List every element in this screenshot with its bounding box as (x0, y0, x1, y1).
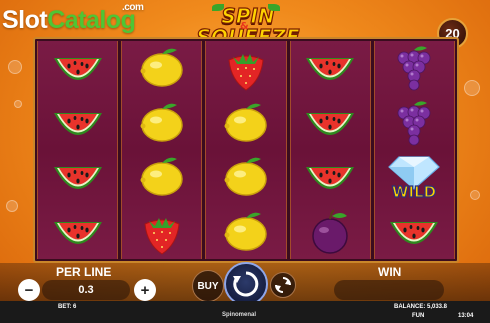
plum-symbol (302, 207, 358, 257)
svg-text:WILD: WILD (392, 183, 436, 201)
watermelon-symbol (302, 152, 358, 202)
strawberry-symbol (218, 43, 274, 93)
watermark-suffix: .com (122, 2, 144, 13)
status-strip: BET: 6 Spinomenal BALANCE: 5,033.8 FUN 1… (0, 301, 490, 323)
watermelon-symbol (302, 98, 358, 148)
reel-2 (121, 41, 203, 259)
reel-1 (37, 41, 119, 259)
leaf-icon (212, 4, 224, 11)
watermelon-symbol (50, 98, 106, 148)
decrease-bet-button[interactable]: − (18, 279, 40, 301)
mode-label: FUN (412, 313, 425, 319)
bubble-decoration (6, 200, 18, 212)
autoplay-icon (275, 277, 291, 293)
reel-3 (205, 41, 287, 259)
lemon-symbol (218, 152, 274, 202)
lemon-symbol (218, 98, 274, 148)
spin-button[interactable] (224, 262, 268, 306)
spin-arrows-icon (233, 271, 259, 297)
buy-feature-button[interactable]: BUY (192, 270, 224, 302)
watermelon-symbol (386, 207, 442, 257)
increase-bet-button[interactable]: + (134, 279, 156, 301)
clock-time: 13:04 (458, 313, 474, 319)
logo-amp: & (240, 21, 249, 32)
per-line-label: PER LINE (56, 265, 112, 279)
win-value (334, 280, 444, 300)
reel-4 (289, 41, 371, 259)
bubble-decoration (8, 60, 22, 74)
provider-name: Spinomenal (222, 312, 257, 318)
balance-amount: BALANCE: 5,033.8 (394, 304, 448, 310)
bet-amount: BET: 6 (58, 304, 77, 310)
lemon-symbol (218, 207, 274, 257)
reel-5: WILD (373, 41, 456, 259)
watermelon-symbol (302, 43, 358, 93)
grapes-symbol (386, 43, 442, 93)
grapes-symbol (386, 98, 442, 148)
per-line-value: 0.3 (42, 280, 130, 300)
slotcatalog-watermark: SlotCatalog .com (2, 2, 144, 35)
lemon-symbol (134, 43, 190, 93)
bubble-decoration (470, 190, 480, 200)
bubble-decoration (464, 80, 480, 96)
watermelon-symbol (50, 152, 106, 202)
autoplay-button[interactable] (270, 272, 296, 298)
bubble-decoration (14, 100, 22, 108)
lemon-symbol (134, 98, 190, 148)
leaf-icon (268, 4, 280, 11)
strawberry-symbol (134, 207, 190, 257)
watermelon-symbol (50, 43, 106, 93)
watermelon-symbol (50, 207, 106, 257)
win-label: WIN (378, 265, 402, 279)
wild-symbol: WILD (386, 152, 442, 202)
watermark-part1: Slot (2, 6, 48, 34)
lemon-symbol (134, 152, 190, 202)
reels-frame: WILD (33, 37, 459, 263)
